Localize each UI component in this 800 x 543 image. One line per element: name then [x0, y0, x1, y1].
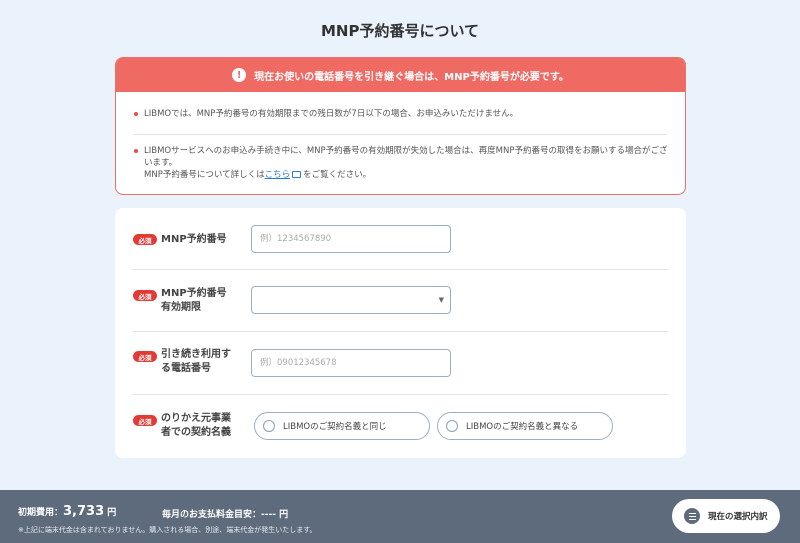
more-info-suffix: をご覧ください。: [303, 170, 372, 180]
mnp-number-input[interactable]: [251, 225, 451, 253]
exclamation-icon: !: [232, 68, 247, 82]
alert-item-expired: LIBMOサービスへのお申込み手続き中に、MNP予約番号の有効期限が失効した場合…: [134, 145, 669, 181]
required-badge: 必須: [133, 290, 157, 301]
alert-heading: 現在お使いの電話番号を引き継ぐ場合は、MNP予約番号が必要です。: [254, 71, 569, 83]
required-badge: 必須: [133, 234, 157, 245]
radio-circle-icon: [446, 420, 458, 432]
form-row-phone-number: 必須 引き続き利用す る電話番号: [133, 332, 668, 395]
initial-fee: 初期費用：3,733 円: [18, 504, 116, 519]
external-link-icon[interactable]: [292, 171, 302, 178]
monthly-fee: 毎月のお支払料金目安：---- 円: [162, 510, 289, 520]
form-row-mnp-number: 必須 MNP予約番号: [133, 208, 668, 270]
initial-fee-amount: 3,733: [63, 504, 105, 519]
contract-name-label: のりかえ元事業 者での契約名義: [161, 412, 231, 440]
fee-note: ※上記に端末代金は含まれておりません。購入される場合、別途、端末代金が発生いたし…: [18, 526, 317, 534]
initial-fee-yen: 円: [107, 508, 117, 518]
radio-same-name[interactable]: LIBMOのご契約名義と同じ: [254, 412, 430, 440]
fee-footer: 初期費用：3,733 円 毎月のお支払料金目安：---- 円 ※上記に端末代金は…: [0, 490, 800, 543]
divider: [134, 134, 667, 135]
form-row-mnp-expiry: 必須 MNP予約番号 有効期限 ▼: [133, 270, 668, 332]
mnp-form-card: 必須 MNP予約番号 必須 MNP予約番号 有効期限 ▼ 必須 引き続き利用す …: [115, 208, 686, 458]
phone-number-label: 引き続き利用す る電話番号: [161, 348, 231, 376]
phone-number-label-line1: 引き続き利用す: [161, 349, 231, 360]
contract-name-label-line1: のりかえ元事業: [161, 413, 231, 424]
more-info-prefix: MNP予約番号について詳しくは: [144, 170, 265, 180]
radio-different-name[interactable]: LIBMOのご契約名義と異なる: [437, 412, 613, 440]
required-badge: 必須: [133, 351, 157, 362]
current-selection-label: 現在の選択内訳: [708, 512, 768, 522]
initial-fee-label: 初期費用：: [18, 508, 64, 518]
phone-number-label-line2: る電話番号: [161, 363, 211, 374]
page-title: MNP予約番号について: [320, 22, 480, 40]
chevron-down-icon: ▼: [438, 296, 444, 304]
more-info-link[interactable]: こちら: [265, 170, 291, 180]
radio-same-name-label: LIBMOのご契約名義と同じ: [283, 422, 387, 432]
required-badge: 必須: [133, 415, 157, 426]
phone-number-input[interactable]: [251, 349, 451, 377]
contract-name-label-line2: 者での契約名義: [161, 427, 231, 438]
radio-different-name-label: LIBMOのご契約名義と異なる: [466, 422, 579, 432]
radio-circle-icon: [263, 420, 275, 432]
form-row-contract-name: 必須 のりかえ元事業 者での契約名義 LIBMOのご契約名義と同じ LIBMOの…: [133, 395, 668, 458]
mnp-number-label: MNP予約番号: [161, 234, 227, 245]
mnp-expiry-label-line1: MNP予約番号: [161, 288, 227, 299]
mnp-alert-card: ! 現在お使いの電話番号を引き継ぐ場合は、MNP予約番号が必要です。 LIBMO…: [115, 57, 686, 195]
alert-item-expired-text: LIBMOサービスへのお申込み手続き中に、MNP予約番号の有効期限が失効した場合…: [144, 146, 668, 168]
alert-item-more-info: MNP予約番号について詳しくはこちら をご覧ください。: [144, 169, 669, 181]
list-icon: [684, 508, 700, 524]
mnp-expiry-label: MNP予約番号 有効期限: [161, 287, 227, 315]
mnp-expiry-label-line2: 有効期限: [161, 302, 201, 313]
mnp-expiry-select[interactable]: ▼: [251, 286, 451, 314]
alert-header: ! 現在お使いの電話番号を引き継ぐ場合は、MNP予約番号が必要です。: [116, 58, 685, 92]
alert-item-expiry-days: LIBMOでは、MNP予約番号の有効期限までの残日数が7日以下の場合、お申込みい…: [134, 108, 669, 120]
current-selection-button[interactable]: 現在の選択内訳: [672, 499, 780, 533]
